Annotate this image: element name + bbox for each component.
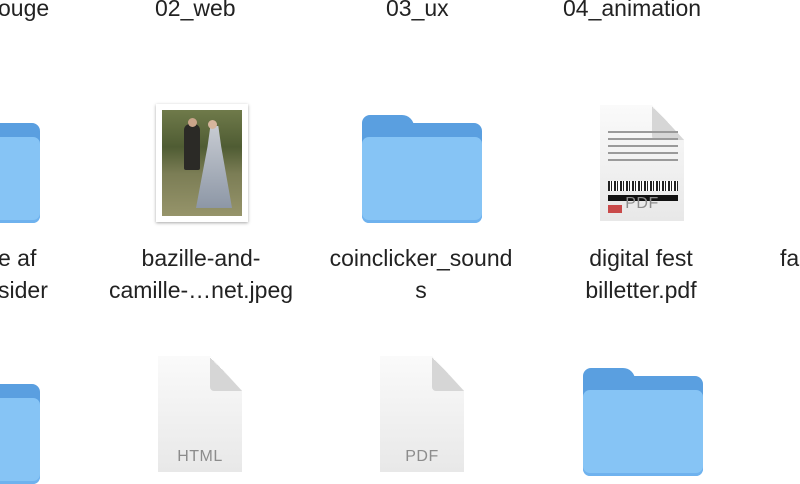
pdf-document-icon[interactable]: PDF [600,105,684,221]
folder-icon[interactable] [0,123,40,223]
file-label-digital-fest[interactable]: digital fest billetter.pdf [561,242,721,306]
file-label-partial-right[interactable]: fa [780,242,799,274]
file-label-03-ux[interactable]: 03_ux [386,0,449,24]
folder-icon[interactable] [583,368,703,476]
folder-icon[interactable] [362,115,482,223]
file-label-coinclicker[interactable]: coinclicker_sound s [317,242,525,306]
pdf-document-icon[interactable]: PDF [380,356,464,472]
image-thumbnail-icon[interactable] [156,104,248,222]
file-label-04-animation[interactable]: 04_animation [563,0,701,24]
file-label-partial-left[interactable]: e af sider [0,242,48,306]
folder-icon[interactable] [0,384,40,484]
html-document-icon[interactable]: HTML [158,356,242,472]
file-label-bazille[interactable]: bazille-and- camille-…net.jpeg [101,242,301,306]
file-label-02-web[interactable]: 02_web [155,0,236,24]
file-label-ouge[interactable]: ouge [0,0,49,24]
